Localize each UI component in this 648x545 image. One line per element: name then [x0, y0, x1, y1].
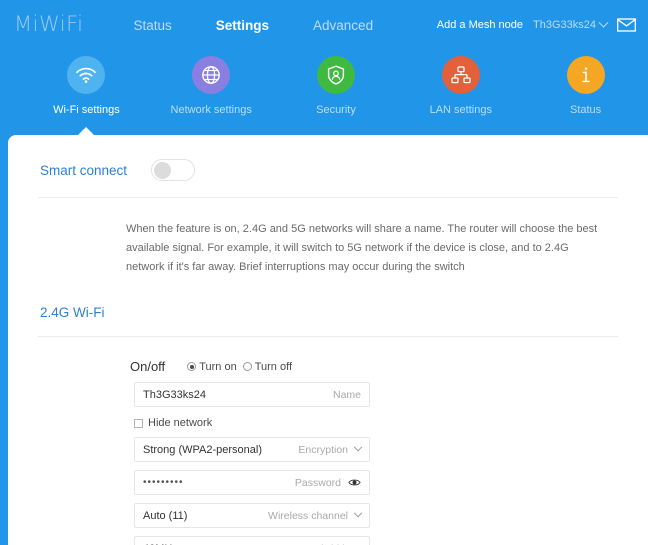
toggle-knob: [154, 162, 171, 179]
divider-24g: [38, 336, 618, 337]
nav-icon-network-settings[interactable]: Network settings: [149, 50, 274, 135]
chevron-down-icon: [354, 541, 362, 545]
radio-off-indicator: [243, 362, 252, 371]
chevron-down-icon: [354, 442, 362, 450]
chevron-down-icon: [354, 508, 362, 516]
radio-turn-on[interactable]: Turn on: [187, 361, 237, 373]
encryption-value: Strong (WPA2-personal): [143, 444, 298, 456]
nav-icon-label-status: Status: [570, 104, 601, 116]
hide-network-label: Hide network: [148, 417, 212, 429]
active-nav-pointer: [78, 127, 94, 135]
onoff-radio-group: Turn on Turn off: [187, 361, 292, 373]
globe-icon: [200, 64, 222, 86]
network-icon: [450, 65, 472, 85]
globe-icon-circle: [192, 56, 230, 94]
password-hint: Password: [295, 477, 341, 489]
section-icon-nav: Wi-Fi settings Network settings: [0, 50, 648, 135]
shield-icon: [326, 64, 346, 86]
eye-icon[interactable]: [348, 478, 361, 487]
section-title-24g: 2.4G Wi-Fi: [40, 305, 648, 320]
miwifi-logo: MiWiFi: [14, 14, 83, 35]
bandwidth-select[interactable]: 40MHz Bandwidth: [134, 536, 370, 545]
smart-connect-toggle[interactable]: [151, 159, 195, 181]
wifi-icon-circle: [67, 56, 105, 94]
divider-smart-connect: [38, 197, 618, 198]
nav-icon-label-network: Network settings: [171, 104, 252, 116]
wireless-channel-hint: Wireless channel: [268, 510, 348, 522]
chevron-down-icon: [599, 17, 609, 27]
nav-icon-label-lan: LAN settings: [430, 104, 492, 116]
nav-icon-label-wifi: Wi-Fi settings: [53, 104, 120, 116]
smart-connect-help-text: When the feature is on, 2.4G and 5G netw…: [126, 220, 608, 277]
password-value: •••••••••: [143, 477, 295, 488]
onoff-row: On/off Turn on Turn off: [130, 359, 648, 374]
miwifi-router-admin-page: MiWiFi Status Settings Advanced Add a Me…: [0, 0, 648, 545]
radio-turn-on-label: Turn on: [199, 361, 237, 373]
network-icon-circle: [442, 56, 480, 94]
mail-icon[interactable]: [617, 18, 636, 32]
add-mesh-node-link[interactable]: Add a Mesh node: [437, 19, 523, 31]
device-name-label: Th3G33ks24: [533, 19, 596, 31]
main-nav-tabs: Status Settings Advanced: [133, 18, 373, 33]
network-name-input[interactable]: Th3G33ks24 Name: [134, 382, 370, 407]
onoff-label: On/off: [130, 359, 165, 374]
tab-advanced[interactable]: Advanced: [313, 18, 373, 33]
encryption-select[interactable]: Strong (WPA2-personal) Encryption: [134, 437, 370, 462]
nav-icon-status[interactable]: Status: [523, 50, 648, 135]
info-icon: [577, 64, 595, 86]
info-icon-circle: [567, 56, 605, 94]
settings-card: Smart connect When the feature is on, 2.…: [8, 135, 648, 545]
tab-settings[interactable]: Settings: [216, 18, 269, 33]
radio-on-indicator: [187, 362, 196, 371]
password-input[interactable]: ••••••••• Password: [134, 470, 370, 495]
nav-icon-security[interactable]: Security: [274, 50, 399, 135]
tab-status[interactable]: Status: [133, 18, 171, 33]
encryption-hint: Encryption: [298, 444, 348, 456]
wifi-icon: [75, 66, 97, 84]
radio-turn-off[interactable]: Turn off: [243, 361, 292, 373]
top-header: MiWiFi Status Settings Advanced Add a Me…: [0, 0, 648, 50]
wireless-channel-select[interactable]: Auto (11) Wireless channel: [134, 503, 370, 528]
network-name-hint: Name: [333, 389, 361, 401]
hide-network-checkbox-row[interactable]: Hide network: [134, 417, 648, 429]
device-selector[interactable]: Th3G33ks24: [533, 19, 607, 31]
shield-icon-circle: [317, 56, 355, 94]
wireless-channel-value: Auto (11): [143, 510, 268, 522]
hide-network-checkbox[interactable]: [134, 419, 143, 428]
network-name-value: Th3G33ks24: [143, 389, 333, 401]
wifi-24g-form: On/off Turn on Turn off Th3G33ks24 Name: [8, 359, 648, 545]
header-right-group: Add a Mesh node Th3G33ks24: [437, 0, 636, 50]
radio-turn-off-label: Turn off: [255, 361, 292, 373]
nav-icon-label-security: Security: [316, 104, 356, 116]
smart-connect-row: Smart connect: [8, 135, 648, 181]
nav-icon-wifi-settings[interactable]: Wi-Fi settings: [24, 50, 149, 135]
smart-connect-label: Smart connect: [40, 163, 127, 178]
nav-icon-lan-settings[interactable]: LAN settings: [398, 50, 523, 135]
